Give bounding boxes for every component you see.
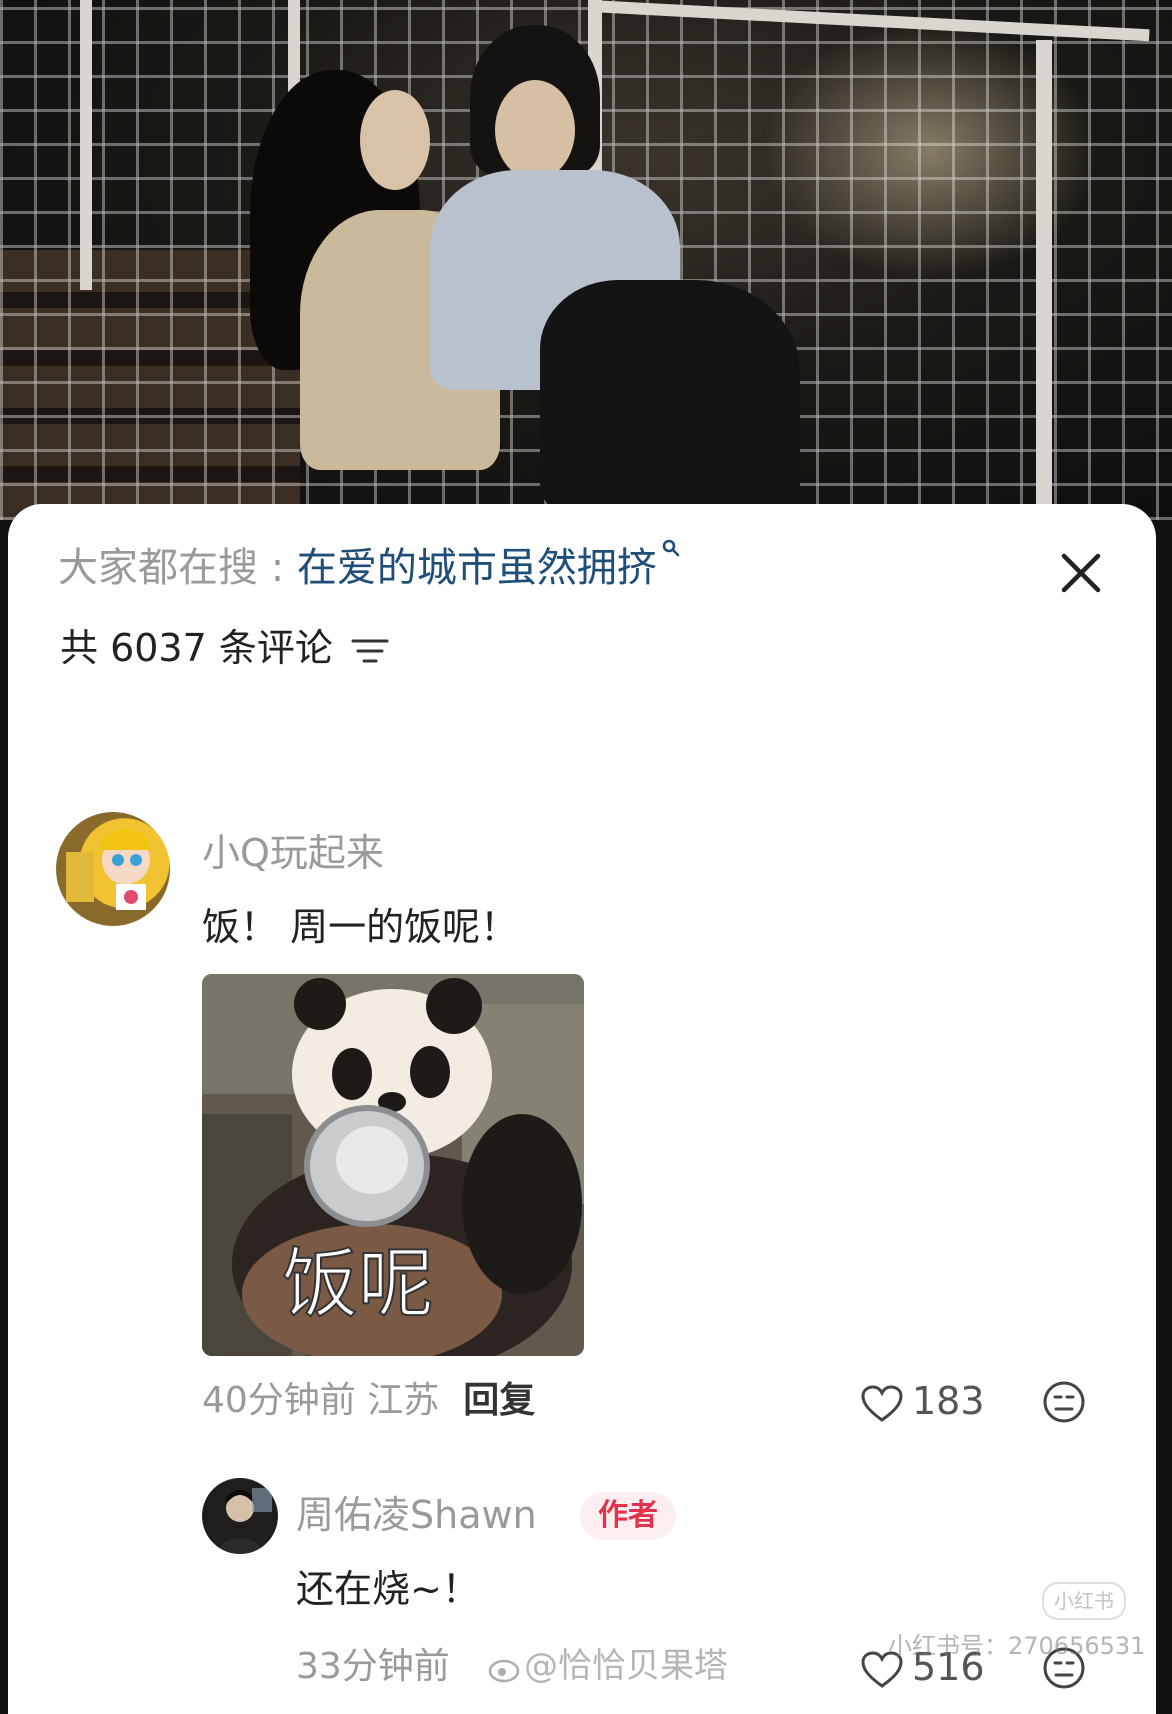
- person-face: [495, 80, 575, 180]
- search-prefix: 大家都在搜 :: [58, 545, 297, 591]
- sticker-image[interactable]: 饭呢: [202, 974, 584, 1356]
- reply-time: 33分钟前: [296, 1646, 450, 1687]
- search-suggestion[interactable]: 大家都在搜 : 在爱的城市虽然拥挤: [58, 538, 681, 598]
- sort-icon[interactable]: [351, 636, 389, 666]
- close-icon[interactable]: [1058, 550, 1104, 596]
- reply-text: 还在烧~！: [296, 1567, 480, 1611]
- comment-text: 饭！ 周一的饭呢！: [202, 905, 519, 949]
- person-pants: [540, 280, 800, 510]
- reply-avatar[interactable]: [202, 1478, 278, 1554]
- search-icon: [662, 539, 680, 557]
- comment-username[interactable]: 小Q玩起来: [202, 826, 384, 880]
- panda-sticker-icon: 饭呢: [202, 974, 584, 1356]
- fence-post: [1036, 40, 1052, 520]
- video-player[interactable]: [0, 0, 1172, 520]
- comment-meta: 40分钟前 江苏 回复: [202, 1374, 535, 1428]
- weibo-watermark: @恰恰贝果塔: [488, 1638, 728, 1687]
- xhs-logo-watermark: 小红书: [1042, 1582, 1126, 1620]
- avatar[interactable]: [56, 812, 170, 926]
- like-count: 183: [912, 1379, 985, 1423]
- avatar-figure-icon: [66, 829, 150, 910]
- fence-post: [80, 0, 92, 290]
- xhs-id-watermark: 小红书号：270656531: [888, 1632, 1146, 1660]
- reply-username[interactable]: 周佑凌Shawn: [296, 1488, 537, 1542]
- weibo-icon: [488, 1659, 520, 1682]
- comment-time-location: 40分钟前 江苏: [202, 1380, 440, 1421]
- emoji-icon[interactable]: [1042, 1380, 1086, 1424]
- comment-sheet: 大家都在搜 : 在爱的城市虽然拥挤 共 6037 条评论 小Q玩起来 饭！ 周一…: [8, 504, 1156, 1714]
- person-face: [360, 90, 430, 190]
- author-badge: 作者: [580, 1492, 676, 1540]
- reply-button[interactable]: 回复: [463, 1380, 535, 1421]
- avatar-person-icon: [212, 1488, 272, 1554]
- weibo-handle: @恰恰贝果塔: [524, 1646, 728, 1686]
- heart-icon: [861, 1384, 903, 1422]
- search-term[interactable]: 在爱的城市虽然拥挤: [297, 545, 657, 591]
- like-button[interactable]: 183: [860, 1374, 985, 1428]
- comment-count-label: 共 6037 条评论: [60, 626, 333, 670]
- comment-count: 共 6037 条评论: [60, 618, 389, 678]
- sticker-caption: 饭呢: [282, 1239, 434, 1328]
- reply-meta: 33分钟前: [296, 1640, 450, 1694]
